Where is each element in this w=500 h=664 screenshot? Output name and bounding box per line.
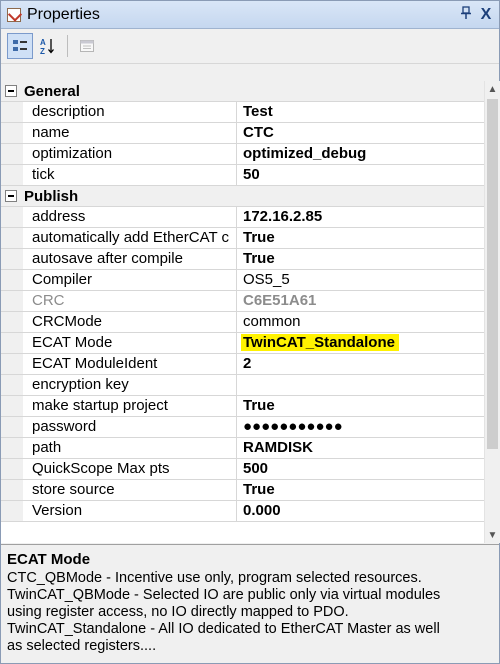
toolbar-separator: [67, 35, 68, 57]
window-title: Properties: [27, 5, 100, 23]
property-row[interactable]: store source True: [1, 480, 484, 501]
property-row[interactable]: autosave after compile True: [1, 249, 484, 270]
description-panel: ECAT Mode CTC_QBMode - Incentive use onl…: [1, 544, 499, 663]
property-name: store source: [23, 480, 237, 500]
description-title: ECAT Mode: [7, 551, 91, 568]
property-name: address: [23, 207, 237, 227]
property-name: ECAT Mode: [23, 333, 237, 353]
property-row[interactable]: automatically add EtherCAT c True: [1, 228, 484, 249]
collapse-icon[interactable]: [5, 190, 17, 202]
property-value[interactable]: True: [237, 228, 484, 248]
property-value[interactable]: ●●●●●●●●●●●: [237, 417, 484, 437]
scrollbar-thumb[interactable]: [487, 99, 498, 449]
property-name: automatically add EtherCAT c: [23, 228, 237, 248]
property-name: CRCMode: [23, 312, 237, 332]
property-row-selected[interactable]: ECAT Mode TwinCAT_Standalone: [1, 333, 484, 354]
property-grid: General description Test name CTC optimi…: [1, 81, 484, 543]
property-value[interactable]: True: [237, 480, 484, 500]
property-row[interactable]: description Test: [1, 102, 484, 123]
property-value[interactable]: 172.16.2.85: [237, 207, 484, 227]
property-row[interactable]: CRCMode common: [1, 312, 484, 333]
toolbar: A Z: [1, 29, 499, 64]
property-row[interactable]: Version 0.000: [1, 501, 484, 522]
property-name: tick: [23, 165, 237, 185]
property-value[interactable]: optimized_debug: [237, 144, 484, 164]
property-name: path: [23, 438, 237, 458]
property-value[interactable]: [237, 375, 484, 395]
property-value[interactable]: True: [237, 249, 484, 269]
property-value[interactable]: RAMDISK: [237, 438, 484, 458]
property-name: ECAT ModuleIdent: [23, 354, 237, 374]
property-name: optimization: [23, 144, 237, 164]
property-value[interactable]: 500: [237, 459, 484, 479]
scroll-down-icon[interactable]: ▼: [485, 527, 500, 543]
property-value[interactable]: OS5_5: [237, 270, 484, 290]
property-value[interactable]: CTC: [237, 123, 484, 143]
collapse-icon[interactable]: [5, 85, 17, 97]
properties-icon: [7, 7, 21, 22]
property-name: encryption key: [23, 375, 237, 395]
property-value[interactable]: True: [237, 396, 484, 416]
property-name: password: [23, 417, 237, 437]
property-value[interactable]: Test: [237, 102, 484, 122]
category-general[interactable]: General: [1, 81, 484, 102]
property-row[interactable]: Compiler OS5_5: [1, 270, 484, 291]
property-row[interactable]: optimization optimized_debug: [1, 144, 484, 165]
property-name: QuickScope Max pts: [23, 459, 237, 479]
vertical-scrollbar[interactable]: ▲ ▼: [484, 81, 500, 543]
close-icon[interactable]: X: [475, 6, 497, 24]
property-row[interactable]: name CTC: [1, 123, 484, 144]
property-name: description: [23, 102, 237, 122]
property-value[interactable]: 2: [237, 354, 484, 374]
properties-window: Properties X A Z General description Tes…: [0, 0, 500, 664]
property-row[interactable]: tick 50: [1, 165, 484, 186]
svg-text:Z: Z: [40, 47, 45, 55]
property-value[interactable]: 50: [237, 165, 484, 185]
property-value: C6E51A61: [243, 292, 317, 309]
sort-alphabetical-icon[interactable]: A Z: [35, 33, 61, 59]
property-row[interactable]: CRC C6E51A61: [1, 291, 484, 312]
pin-icon[interactable]: [457, 6, 475, 23]
category-label: Publish: [24, 187, 79, 205]
property-row[interactable]: make startup project True: [1, 396, 484, 417]
property-row[interactable]: address 172.16.2.85: [1, 207, 484, 228]
property-value[interactable]: 0.000: [237, 501, 484, 521]
scroll-up-icon[interactable]: ▲: [485, 81, 500, 97]
property-name: make startup project: [23, 396, 237, 416]
property-name: autosave after compile: [23, 249, 237, 269]
property-name: Compiler: [23, 270, 237, 290]
property-row[interactable]: password ●●●●●●●●●●●: [1, 417, 484, 438]
title-bar: Properties X: [1, 1, 499, 29]
property-row[interactable]: QuickScope Max pts 500: [1, 459, 484, 480]
svg-text:A: A: [40, 38, 46, 47]
property-row[interactable]: path RAMDISK: [1, 438, 484, 459]
property-pages-icon[interactable]: [74, 33, 100, 59]
property-row[interactable]: ECAT ModuleIdent 2: [1, 354, 484, 375]
property-value[interactable]: TwinCAT_Standalone: [237, 333, 484, 353]
categorized-icon[interactable]: [7, 33, 33, 59]
category-publish[interactable]: Publish: [1, 186, 484, 207]
highlight-marker: TwinCAT_Standalone: [241, 334, 399, 351]
category-label: General: [24, 82, 80, 100]
property-name: name: [23, 123, 237, 143]
property-name: Version: [23, 501, 237, 521]
property-name: CRC: [23, 291, 237, 311]
description-text: CTC_QBMode - Incentive use only, program…: [7, 570, 441, 654]
property-row[interactable]: encryption key: [1, 375, 484, 396]
property-value[interactable]: common: [237, 312, 484, 332]
